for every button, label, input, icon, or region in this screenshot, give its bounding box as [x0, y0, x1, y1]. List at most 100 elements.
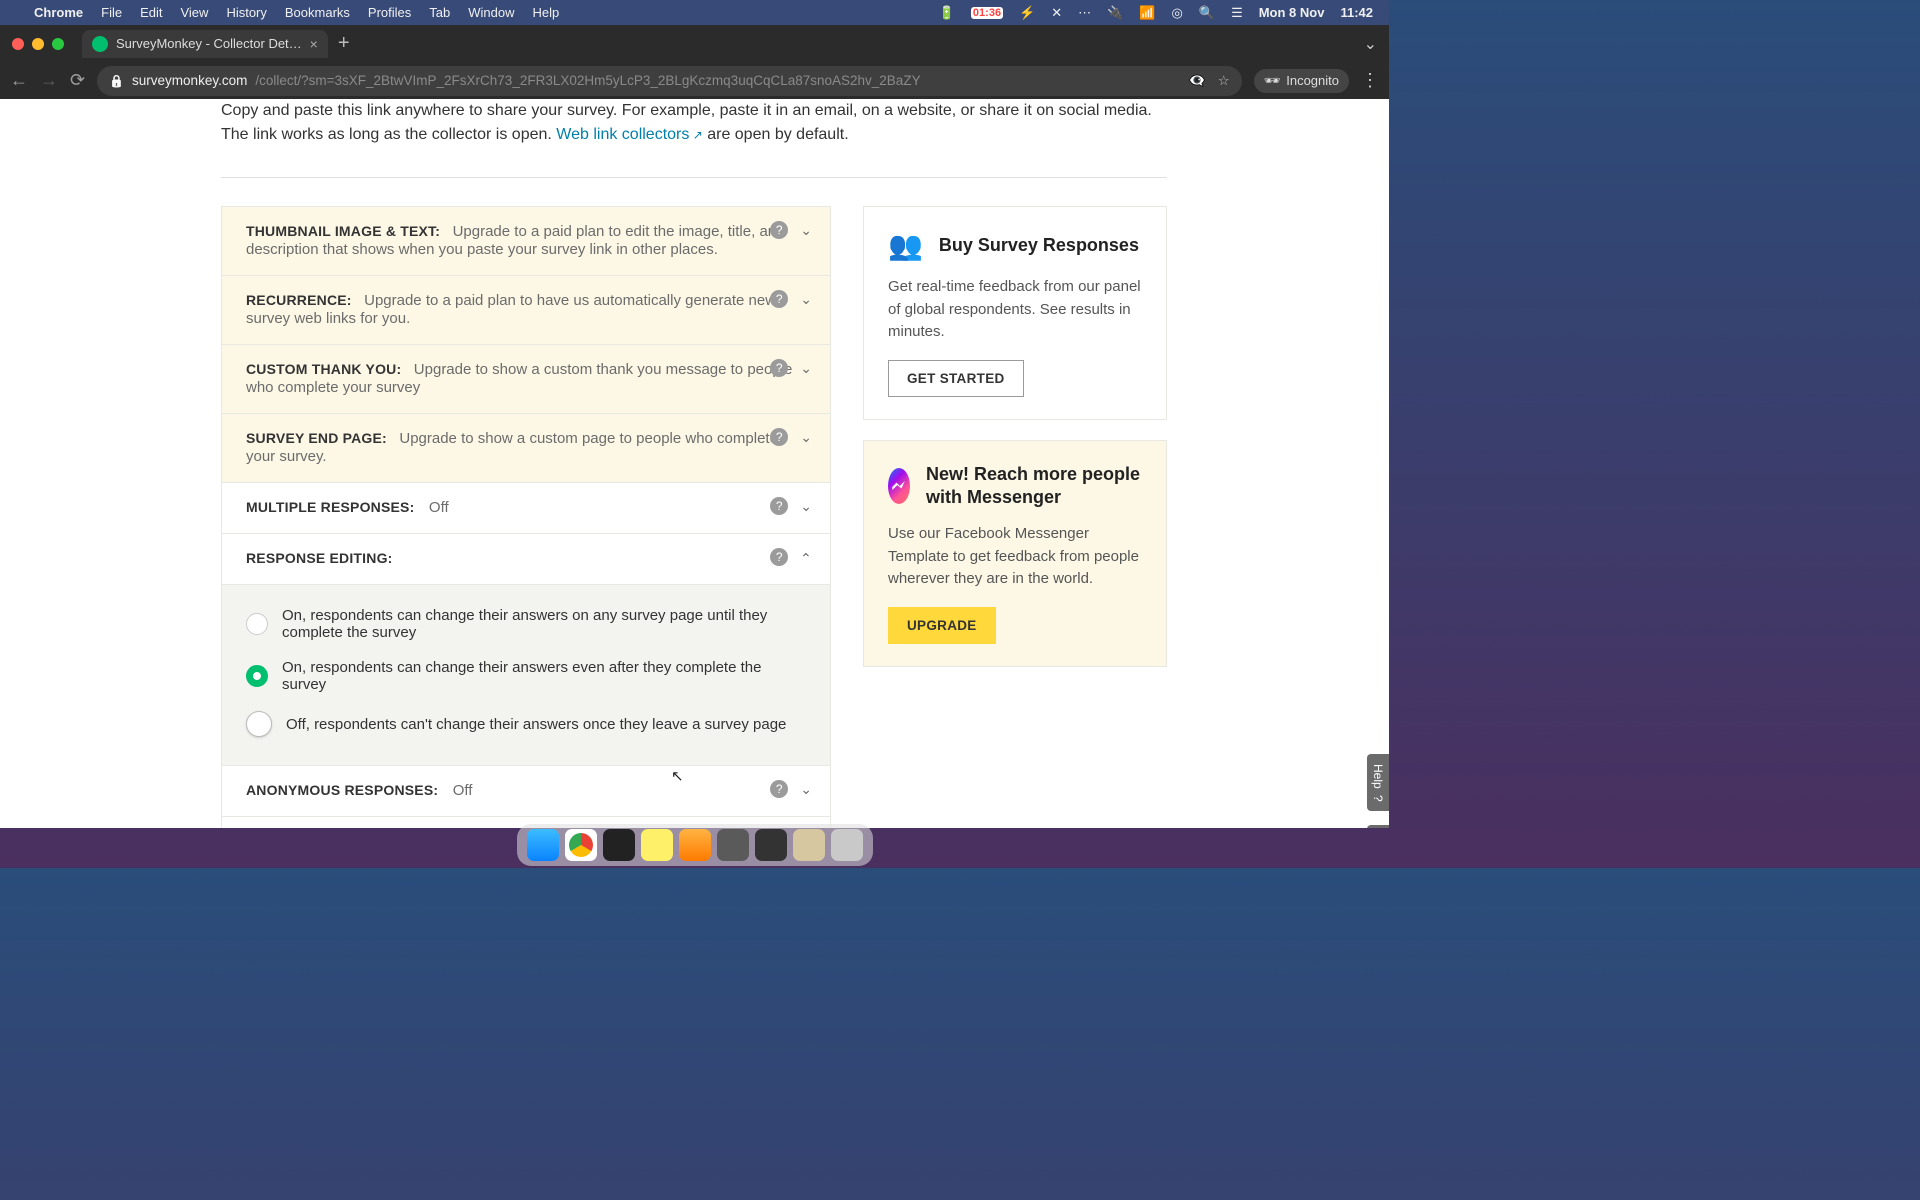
radio-label: On, respondents can change their answers…: [282, 659, 806, 693]
dock-trash-icon[interactable]: [831, 829, 863, 861]
new-tab-button[interactable]: +: [338, 32, 350, 55]
menu-profiles[interactable]: Profiles: [368, 5, 411, 20]
chevron-up-icon[interactable]: ⌄: [800, 549, 812, 566]
setting-anonymous-responses[interactable]: ANONYMOUS RESPONSES: Off ? ⌄: [222, 766, 830, 817]
chevron-down-icon[interactable]: ⌄: [800, 360, 812, 377]
radio-label: On, respondents can change their answers…: [282, 607, 806, 641]
chevron-down-icon[interactable]: ⌄: [800, 781, 812, 798]
setting-custom-thank-you[interactable]: CUSTOM THANK YOU: Upgrade to show a cust…: [222, 345, 830, 414]
spotlight-icon[interactable]: 🔍: [1199, 5, 1215, 21]
mouse-cursor-icon: ↖: [671, 767, 684, 785]
window-minimize-button[interactable]: [32, 38, 44, 50]
incognito-icon: 🕶: [1264, 73, 1281, 89]
section-divider: [221, 177, 1167, 178]
sync-icon[interactable]: ◎: [1172, 5, 1183, 21]
menu-file[interactable]: File: [101, 5, 122, 20]
setting-thumbnail[interactable]: THUMBNAIL IMAGE & TEXT: Upgrade to a pai…: [222, 207, 830, 276]
lock-icon[interactable]: [109, 73, 124, 88]
setting-recurrence[interactable]: RECURRENCE: Upgrade to a paid plan to ha…: [222, 276, 830, 345]
nav-back-button[interactable]: ←: [10, 70, 28, 91]
menu-view[interactable]: View: [180, 5, 208, 20]
help-side-tab[interactable]: Help ?: [1367, 754, 1389, 811]
menu-bookmarks[interactable]: Bookmarks: [285, 5, 350, 20]
chevron-down-icon[interactable]: ⌄: [800, 222, 812, 239]
card-title: New! Reach more people with Messenger: [926, 463, 1142, 510]
setting-title: RECURRENCE:: [246, 292, 352, 308]
browser-menu-button[interactable]: ⋮: [1361, 70, 1379, 91]
setting-title: ANONYMOUS RESPONSES:: [246, 782, 438, 798]
dock-terminal-icon[interactable]: [603, 829, 635, 861]
power-icon[interactable]: 🔌: [1107, 5, 1123, 21]
menu-tab[interactable]: Tab: [429, 5, 450, 20]
tabs-overflow-icon[interactable]: ⌄: [1364, 34, 1377, 54]
page-content: Copy and paste this link anywhere to sha…: [0, 99, 1389, 828]
setting-title: CUSTOM THANK YOU:: [246, 361, 401, 377]
status-icon-2[interactable]: ✕: [1051, 5, 1062, 21]
battery-icon[interactable]: 🔋: [939, 5, 955, 21]
help-question-icon: ?: [1371, 795, 1385, 802]
dock-chrome-icon[interactable]: [565, 829, 597, 861]
dock-package-icon[interactable]: [793, 829, 825, 861]
help-icon[interactable]: ?: [770, 548, 788, 566]
intro-part-b: are open by default.: [703, 126, 849, 143]
radio-option-on-after-complete[interactable]: On, respondents can change their answers…: [246, 659, 806, 693]
macos-menubar: Chrome File Edit View History Bookmarks …: [0, 0, 1389, 25]
menubar-app-name[interactable]: Chrome: [34, 5, 83, 20]
chevron-down-icon[interactable]: ⌄: [800, 291, 812, 308]
setting-status: Off: [429, 499, 449, 516]
chevron-down-icon[interactable]: ⌄: [800, 498, 812, 515]
incognito-badge[interactable]: 🕶 Incognito: [1254, 69, 1349, 93]
radio-icon[interactable]: [246, 613, 268, 635]
window-maximize-button[interactable]: [52, 38, 64, 50]
star-icon[interactable]: ☆: [1218, 73, 1230, 89]
menubar-date[interactable]: Mon 8 Nov: [1259, 5, 1325, 20]
nav-forward-button: →: [40, 70, 58, 91]
web-link-collectors-link[interactable]: Web link collectors: [556, 126, 702, 143]
menu-history[interactable]: History: [226, 5, 266, 20]
radio-option-off[interactable]: Off, respondents can't change their answ…: [246, 711, 806, 737]
settings-panel: THUMBNAIL IMAGE & TEXT: Upgrade to a pai…: [221, 206, 831, 828]
setting-response-editing[interactable]: RESPONSE EDITING: ? ⌄: [222, 534, 830, 585]
radio-icon[interactable]: [246, 711, 272, 737]
help-icon[interactable]: ?: [770, 221, 788, 239]
dock-notes-icon[interactable]: [641, 829, 673, 861]
eye-off-icon[interactable]: 👁‍🗨: [1189, 73, 1206, 89]
browser-tab[interactable]: SurveyMonkey - Collector Det… ×: [82, 30, 328, 58]
menubar-time[interactable]: 11:42: [1340, 5, 1373, 20]
status-icon-1[interactable]: ⚡: [1019, 5, 1035, 21]
help-icon[interactable]: ?: [770, 290, 788, 308]
radio-option-on-until-complete[interactable]: On, respondents can change their answers…: [246, 607, 806, 641]
menu-window[interactable]: Window: [468, 5, 514, 20]
messenger-card: New! Reach more people with Messenger Us…: [863, 440, 1167, 667]
dock-tool-icon[interactable]: [717, 829, 749, 861]
menu-edit[interactable]: Edit: [140, 5, 162, 20]
feedback-side-tab[interactable]: Feedback: [1367, 825, 1389, 828]
help-icon[interactable]: ?: [770, 428, 788, 446]
control-center-icon[interactable]: ☰: [1231, 5, 1243, 21]
tab-favicon-icon: [92, 36, 108, 52]
radio-label: Off, respondents can't change their answ…: [286, 716, 786, 733]
wifi-icon[interactable]: 📶: [1139, 5, 1155, 21]
chevron-down-icon[interactable]: ⌄: [800, 429, 812, 446]
get-started-button[interactable]: GET STARTED: [888, 360, 1024, 397]
setting-survey-end-page[interactable]: SURVEY END PAGE: Upgrade to show a custo…: [222, 414, 830, 483]
menu-help[interactable]: Help: [533, 5, 560, 20]
address-bar[interactable]: surveymonkey.com/collect/?sm=3sXF_2BtwVI…: [97, 66, 1242, 96]
help-icon[interactable]: ?: [770, 497, 788, 515]
dock-finder-icon[interactable]: [527, 829, 559, 861]
radio-checked-icon[interactable]: [246, 665, 268, 687]
battery-time: 01:36: [971, 7, 1003, 19]
tab-close-icon[interactable]: ×: [310, 36, 318, 52]
help-icon[interactable]: ?: [770, 780, 788, 798]
people-icon: 👥: [888, 229, 923, 262]
help-icon[interactable]: ?: [770, 359, 788, 377]
nav-reload-button[interactable]: ⟳: [70, 70, 85, 91]
setting-multiple-responses[interactable]: MULTIPLE RESPONSES: Off ? ⌄: [222, 483, 830, 534]
card-desc: Get real-time feedback from our panel of…: [888, 276, 1142, 344]
dock-vr-icon[interactable]: [755, 829, 787, 861]
status-icon-3[interactable]: ⋯: [1078, 5, 1091, 21]
window-traffic-lights: [12, 38, 64, 50]
window-close-button[interactable]: [12, 38, 24, 50]
dock-app-icon[interactable]: [679, 829, 711, 861]
upgrade-button[interactable]: UPGRADE: [888, 607, 996, 644]
